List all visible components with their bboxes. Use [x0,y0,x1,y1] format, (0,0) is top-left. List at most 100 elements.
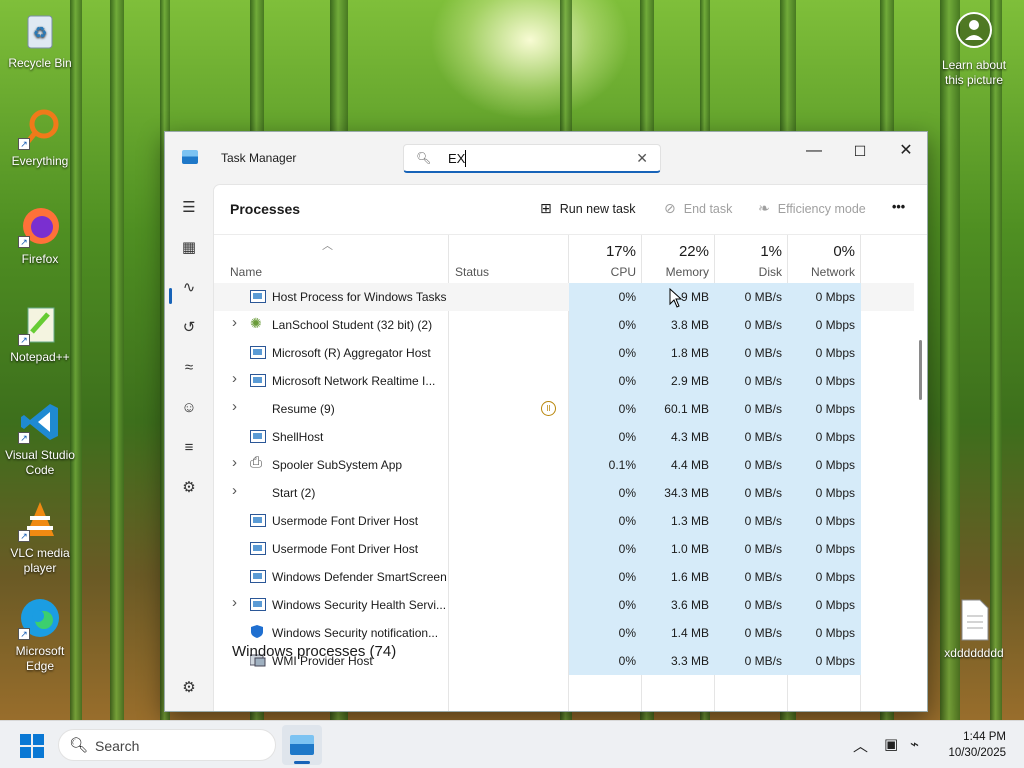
desktop-icon-label: Microsoft Edge [15,644,65,673]
window-title: Task Manager [221,151,297,165]
desktop-icon-vlc[interactable]: ↗ VLC media player [0,498,80,576]
app-window-icon [250,346,266,359]
performance-nav-icon[interactable]: ∿ [177,276,201,300]
app-window-icon [250,374,266,387]
app-window-icon [250,542,266,555]
clock[interactable]: 1:44 PM 10/30/2025 [948,729,1006,761]
leaf-icon: ❧ [758,200,770,216]
process-name: Windows Security notification... [272,626,439,640]
process-memory-value: 3.3 MB [670,654,709,668]
desktop-icon-everything[interactable]: ↗ Everything [0,106,80,169]
desktop-file[interactable]: xdddddddd [934,598,1014,661]
desktop-icon-label: Notepad++ [10,350,70,364]
process-network-value: 0 Mbps [815,626,855,640]
table-row[interactable]: › ⎙ Spooler SubSystem App 0.1% 4.4 MB 0 MB/s 0… [214,451,914,479]
taskbar-search-box[interactable]: 🔍︎ Search [58,729,276,761]
minimize-button[interactable]: — [791,138,837,166]
process-disk-value: 0 MB/s [744,402,782,416]
search-icon: 🔍︎ [69,737,89,754]
close-button[interactable]: ✕ [883,138,927,166]
page-title: Processes [230,201,301,217]
process-name: Windows Security Health Servi... [272,598,447,612]
process-network-value: 0 Mbps [815,346,855,360]
vertical-scrollbar-thumb[interactable] [919,340,922,400]
taskbar-task-manager[interactable] [282,725,322,765]
column-header-row: ︿ Name Status 17% CPU 22% Memory 1% Disk… [214,235,914,283]
hamburger-menu-icon[interactable]: ☰ [177,196,201,220]
process-disk-value: 0 MB/s [744,570,782,584]
column-header-disk[interactable]: Disk [721,265,782,279]
table-row[interactable]: ShellHost 0% 4.3 MB 0 MB/s 0 Mbps [214,423,914,451]
expand-chevron-icon[interactable]: › [232,594,237,611]
column-header-cpu[interactable]: CPU [574,265,636,279]
expand-chevron-icon[interactable]: › [232,482,237,499]
startup-apps-nav-icon[interactable]: ≈ [177,356,201,380]
column-header-memory[interactable]: Memory [648,265,709,279]
start-button[interactable] [20,734,44,758]
search-box[interactable]: 🔍︎ EX ✕ [403,144,661,173]
search-input[interactable]: EX [448,151,465,166]
process-name: Host Process for Windows Tasks [272,290,447,304]
show-hidden-icons-chevron-icon[interactable]: ︿ [853,735,868,756]
expand-chevron-icon[interactable]: › [232,370,237,387]
learn-about-picture[interactable]: Learn about this picture [934,10,1014,88]
clock-time: 1:44 PM [963,731,1006,743]
sort-ascending-icon: ︿ [322,240,333,252]
settings-gear-icon[interactable]: ⚙ [177,676,201,700]
details-nav-icon[interactable]: ≡ [177,436,201,460]
column-header-status[interactable]: Status [455,265,489,279]
taskbar-search-label: Search [95,738,140,754]
process-cpu-value: 0% [618,374,636,388]
run-new-task-button[interactable]: ⊞ Run new task [540,200,635,217]
table-row[interactable]: › Start (2) 0% 34.3 MB 0 MB/s 0 Mbps [214,479,914,507]
desktop-icon-firefox[interactable]: ↗ Firefox [0,204,80,267]
processes-nav-icon[interactable]: ▦ [177,236,201,260]
table-row[interactable]: Usermode Font Driver Host 0% 1.3 MB 0 MB/s 0… [214,507,914,535]
network-display-icon[interactable]: ▣ [884,735,898,753]
process-network-value: 0 Mbps [815,514,855,528]
table-row[interactable]: › Resume (9) II 0% 60.1 MB 0 MB/s 0 Mbps [214,395,914,423]
desktop-icon-edge[interactable]: ↗ Microsoft Edge [0,596,80,674]
title-bar[interactable]: Task Manager 🔍︎ EX ✕ — ☐ ✕ [165,132,927,184]
process-list: Host Process for Windows Tasks 0% 9 MB 0 MB… [214,283,914,675]
process-memory-value: 4.3 MB [670,430,709,444]
maximize-button[interactable]: ☐ [837,138,883,166]
table-row[interactable]: Host Process for Windows Tasks 0% 9 MB 0 MB… [214,283,914,311]
services-nav-icon[interactable]: ⚙ [177,476,201,500]
expand-chevron-icon[interactable]: › [232,454,237,471]
desktop-icon-recycle-bin[interactable]: ♻ Recycle Bin [0,8,80,71]
clear-search-icon[interactable]: ✕ [636,150,648,167]
process-name: Spooler SubSystem App [272,458,403,472]
shield-icon [250,624,266,638]
table-row[interactable]: Microsoft (R) Aggregator Host 0% 1.8 MB 0 M… [214,339,914,367]
table-row[interactable]: Usermode Font Driver Host 0% 1.0 MB 0 MB/s 0… [214,535,914,563]
process-disk-value: 0 MB/s [744,514,782,528]
desktop-icon-notepad-plus-plus[interactable]: ↗ Notepad++ [0,302,80,365]
column-header-network[interactable]: Network [794,265,855,279]
desktop-icon-label: Firefox [21,252,59,266]
process-disk-value: 0 MB/s [744,318,782,332]
column-header-name[interactable]: Name [230,265,262,279]
process-network-value: 0 Mbps [815,374,855,388]
table-row[interactable]: Windows Defender SmartScreen 0% 1.6 MB 0 MB… [214,563,914,591]
table-row[interactable]: › Microsoft Network Realtime I... 0% 2.9 MB… [214,367,914,395]
process-cpu-value: 0% [618,346,636,360]
table-row[interactable]: › ✺ LanSchool Student (32 bit) (2) 0% 3.8 MB… [214,311,914,339]
process-disk-value: 0 MB/s [744,654,782,668]
suspended-status-icon: II [541,401,556,416]
printer-icon: ⎙ [250,454,263,471]
app-history-nav-icon[interactable]: ↺ [177,316,201,340]
users-nav-icon[interactable]: ☺ [177,396,201,420]
end-task-button[interactable]: ⊘ End task [664,200,732,217]
expand-chevron-icon[interactable]: › [232,398,237,415]
more-options-button[interactable]: ••• [892,200,905,214]
expand-chevron-icon[interactable]: › [232,314,237,331]
desktop-icon-vscode[interactable]: ↗ Visual Studio Code [0,400,80,478]
task-manager-window[interactable]: Task Manager 🔍︎ EX ✕ — ☐ ✕ ☰ ▦ ∿ ↺ ≈ ☺ ≡… [164,131,928,712]
efficiency-mode-button[interactable]: ❧ Efficiency mode [758,200,866,217]
section-header-windows-processes[interactable]: Windows processes (74) [232,643,396,660]
camera-info-icon [952,10,996,54]
process-network-value: 0 Mbps [815,402,855,416]
volume-icon[interactable]: ⌁ [910,735,919,753]
table-row[interactable]: › Windows Security Health Servi... 0% 3.6 M… [214,591,914,619]
